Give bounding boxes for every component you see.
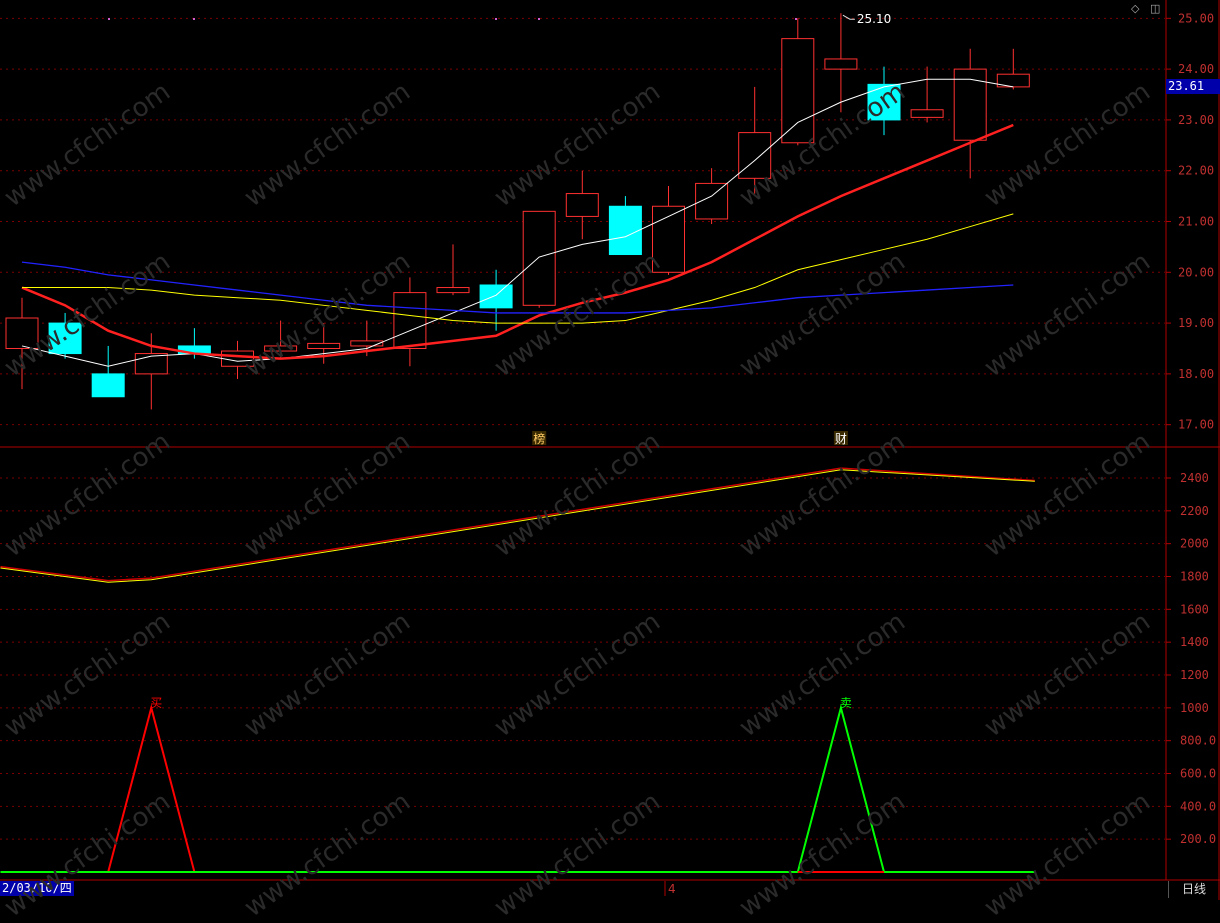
indicator-tick-label: 2000 — [1180, 537, 1209, 551]
price-tick-label: 22.00 — [1178, 164, 1214, 178]
candle-body — [824, 58, 858, 70]
date-cursor-label: 2/03/10/四 — [0, 881, 74, 896]
period-selector[interactable]: 日线 — [1168, 881, 1219, 898]
candle-body — [221, 350, 254, 367]
indicator-tick-label: 2200 — [1180, 504, 1209, 518]
diamond-icon[interactable]: ◇ — [1131, 2, 1139, 15]
event-dot — [538, 18, 540, 20]
indicator-tick-label: 1800 — [1180, 570, 1209, 584]
candle-body — [91, 373, 125, 398]
price-tick-label: 17.00 — [1178, 418, 1214, 432]
candle-body — [522, 210, 556, 306]
window-toggle-icon[interactable]: ◫ — [1150, 2, 1160, 15]
candle-body — [436, 287, 470, 294]
indicator-line — [0, 469, 1035, 583]
last-price-label: 23.61 — [1166, 79, 1220, 94]
moving-average-line — [21, 123, 1014, 360]
price-tick-label: 19.00 — [1178, 316, 1214, 330]
price-tick-label: 25.00 — [1178, 11, 1214, 25]
candle-body — [953, 68, 987, 141]
candle-body — [608, 205, 642, 256]
indicator-tick-label: 800.0 — [1180, 734, 1216, 748]
high-price-label: 25.10 — [857, 12, 891, 26]
candle-body — [565, 193, 599, 217]
candle-body — [393, 292, 427, 349]
indicator-tick-label: 200.0 — [1180, 832, 1216, 846]
signal-label: 卖 — [840, 696, 852, 710]
price-tick-label: 20.00 — [1178, 265, 1214, 279]
event-dot — [495, 18, 497, 20]
moving-average-line — [22, 213, 1014, 324]
candle-body — [738, 132, 772, 179]
tag-text: 财 — [835, 432, 847, 446]
indicator-tick-label: 2400 — [1180, 471, 1209, 485]
indicator-line — [0, 467, 1035, 582]
indicator-line — [107, 703, 196, 873]
price-tick-label: 24.00 — [1178, 62, 1214, 76]
chart-canvas: 25.00 24.00 23.00 22.00 21.00 20.00 19.00 18.00… — [0, 0, 1220, 900]
candle-body — [781, 38, 815, 144]
moving-average-line — [21, 261, 1014, 314]
candle-body — [910, 109, 944, 118]
candle-body — [307, 342, 341, 349]
candle-body — [48, 322, 82, 355]
indicator-tick-label: 400.0 — [1180, 799, 1216, 813]
indicator-tick-label: 1000 — [1180, 701, 1209, 715]
indicator-tick-label: 1400 — [1180, 635, 1209, 649]
time-tick-label: 4 — [668, 882, 676, 896]
indicator-tick-label: 600.0 — [1180, 767, 1216, 781]
price-tick-label: 18.00 — [1178, 367, 1214, 381]
price-tick-label: 21.00 — [1178, 215, 1214, 229]
event-dot — [795, 18, 797, 20]
event-dot — [108, 18, 110, 20]
event-dot — [193, 18, 195, 20]
signal-label: 买 — [150, 696, 162, 710]
candle-body — [479, 284, 513, 309]
candle-body — [264, 345, 298, 352]
indicator-line — [796, 703, 885, 873]
candle-body — [5, 317, 39, 349]
indicator-tick-label: 1600 — [1180, 602, 1209, 616]
candle-body — [867, 83, 901, 121]
chart-area[interactable]: 25.00 24.00 23.00 22.00 21.00 20.00 19.00 18.00… — [0, 0, 1220, 900]
price-tick-label: 23.00 — [1178, 113, 1214, 127]
tag-text: 榜 — [533, 431, 545, 446]
indicator-tick-label: 1200 — [1180, 668, 1209, 682]
